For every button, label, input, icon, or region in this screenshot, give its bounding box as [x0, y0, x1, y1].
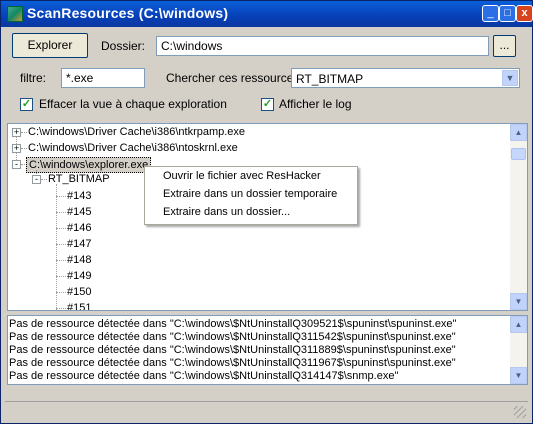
- chevron-down-icon[interactable]: ▼: [502, 70, 518, 86]
- app-icon: [7, 6, 23, 22]
- log-line: Pas de ressource détectée dans "C:\windo…: [9, 318, 457, 330]
- expand-icon[interactable]: +: [12, 128, 21, 137]
- scroll-up-icon[interactable]: ▲: [510, 316, 527, 333]
- filter-input[interactable]: *.exe: [61, 68, 145, 88]
- menu-item-open-reshacker[interactable]: Ouvrir le fichier avec ResHacker: [163, 170, 321, 182]
- scroll-down-icon[interactable]: ▼: [510, 293, 527, 310]
- menu-item-extract-temp[interactable]: Extraire dans un dossier temporaire: [163, 188, 337, 200]
- resource-type-label: Chercher ces ressources:: [166, 71, 303, 85]
- minimize-button[interactable]: _: [482, 5, 499, 22]
- tree-leaf[interactable]: #149: [67, 269, 91, 283]
- show-log-label[interactable]: Afficher le log: [279, 97, 352, 111]
- browse-button[interactable]: ...: [493, 35, 516, 57]
- explore-button[interactable]: Explorer: [12, 33, 88, 58]
- tree-group[interactable]: RT_BITMAP: [48, 172, 110, 186]
- tree-item[interactable]: C:\windows\Driver Cache\i386\ntkrpamp.ex…: [28, 125, 245, 139]
- context-menu: Ouvrir le fichier avec ResHacker Extrair…: [144, 166, 358, 225]
- tree-leaf[interactable]: #146: [67, 221, 91, 235]
- window-title: ScanResources (C:\windows): [27, 5, 229, 21]
- log-panel[interactable]: Pas de ressource détectée dans "C:\windo…: [7, 315, 528, 385]
- resource-type-select[interactable]: RT_BITMAP ▼: [291, 68, 520, 88]
- log-line: Pas de ressource détectée dans "C:\windo…: [9, 370, 399, 382]
- status-bar: [5, 401, 528, 420]
- title-bar[interactable]: ScanResources (C:\windows) _ □ x: [1, 1, 533, 27]
- collapse-icon[interactable]: -: [32, 175, 41, 184]
- tree-leaf[interactable]: #151: [67, 301, 91, 310]
- resize-grip-icon[interactable]: [514, 406, 526, 418]
- clear-view-checkbox[interactable]: ✓: [20, 98, 33, 111]
- filter-label: filtre:: [20, 71, 47, 85]
- expand-icon[interactable]: +: [12, 144, 21, 153]
- log-line: Pas de ressource détectée dans "C:\windo…: [9, 344, 456, 356]
- resource-type-value: RT_BITMAP: [296, 72, 364, 86]
- app-window: ScanResources (C:\windows) _ □ x Explore…: [0, 0, 533, 424]
- menu-item-extract-folder[interactable]: Extraire dans un dossier...: [163, 206, 290, 218]
- log-scrollbar[interactable]: ▲ ▼: [510, 316, 527, 384]
- folder-label: Dossier:: [101, 39, 146, 53]
- tree-leaf[interactable]: #143: [67, 189, 91, 203]
- tree-leaf[interactable]: #147: [67, 237, 91, 251]
- folder-input[interactable]: C:\windows: [156, 36, 489, 56]
- tree-item-selected[interactable]: C:\windows\explorer.exe: [26, 157, 152, 173]
- clear-view-label[interactable]: Effacer la vue à chaque exploration: [39, 97, 227, 111]
- tree-leaf[interactable]: #148: [67, 253, 91, 267]
- tree-leaf[interactable]: #145: [67, 205, 91, 219]
- tree-leaf[interactable]: #150: [67, 285, 91, 299]
- scroll-down-icon[interactable]: ▼: [510, 367, 527, 384]
- scroll-up-icon[interactable]: ▲: [510, 124, 527, 141]
- tree-scrollbar[interactable]: ▲ ▼: [510, 124, 527, 310]
- show-log-checkbox[interactable]: ✓: [261, 98, 274, 111]
- close-button[interactable]: x: [516, 5, 533, 22]
- scroll-thumb[interactable]: [511, 148, 526, 160]
- log-line: Pas de ressource détectée dans "C:\windo…: [9, 357, 456, 369]
- collapse-icon[interactable]: -: [12, 160, 21, 169]
- maximize-button[interactable]: □: [499, 5, 516, 22]
- log-line: Pas de ressource détectée dans "C:\windo…: [9, 331, 456, 343]
- tree-item[interactable]: C:\windows\Driver Cache\i386\ntoskrnl.ex…: [28, 141, 238, 155]
